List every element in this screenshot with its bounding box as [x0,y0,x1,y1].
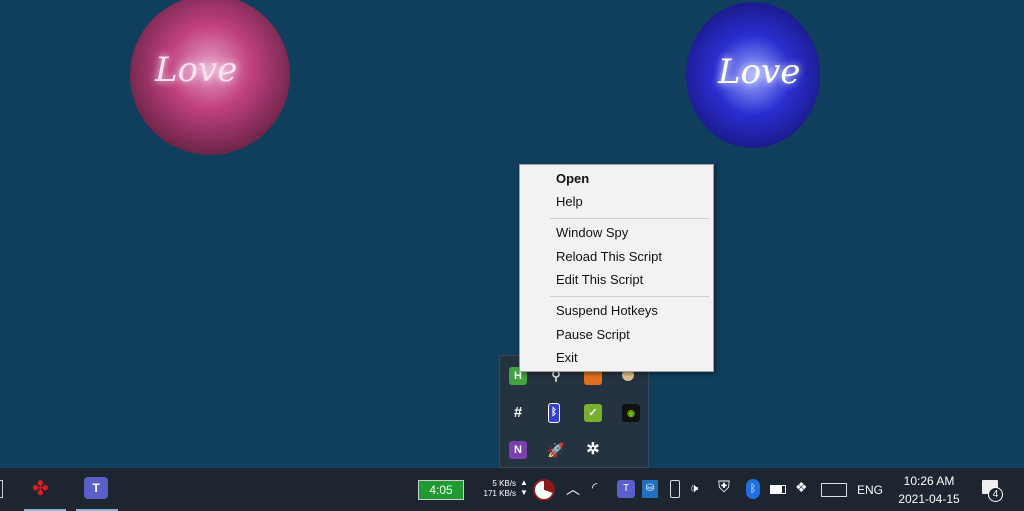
menu-item-window-spy[interactable]: Window Spy [520,222,713,244]
bluetooth-battery-icon[interactable]: ᛒ [548,403,560,423]
app-tray-icon[interactable]: ⛁ [642,480,658,498]
wifi-icon[interactable]: ◜ [592,479,597,496]
timer-icon[interactable] [533,479,555,501]
teams-icon[interactable]: T [84,477,108,499]
onenote-icon[interactable]: N [509,441,527,459]
net-up: 5 KB/s [492,479,516,488]
app-icon-red[interactable]: ✤ [32,476,49,501]
updown-arrows-icon: ▲ ▼ [520,478,528,497]
clock[interactable]: 10:26 AM 2021-04-15 [894,472,964,508]
nvidia-icon[interactable]: ◉ [622,404,640,422]
dropbox-icon[interactable]: ❖ [795,479,808,496]
wallpaper-text: Love [718,52,801,92]
green-check-icon[interactable]: ✓ [584,404,602,422]
rocket-icon[interactable]: 🚀 [547,441,565,459]
menu-item-suspend-hotkeys[interactable]: Suspend Hotkeys [520,300,713,322]
menu-item-edit-script[interactable]: Edit This Script [520,269,713,291]
menu-item-pause-script[interactable]: Pause Script [520,324,713,346]
notification-count-badge: 4 [988,487,1003,502]
slack-icon[interactable]: # [509,404,527,422]
wallpaper-text: Love [155,50,238,90]
snowflake-icon[interactable]: ✲ [584,441,602,459]
clock-date: 2021-04-15 [898,492,960,506]
menu-item-reload-script[interactable]: Reload This Script [520,246,713,268]
taskbar-app-partial[interactable] [0,480,3,498]
security-shield-icon[interactable]: ⛨ [718,479,730,497]
menu-separator [550,218,709,219]
menu-item-open[interactable]: Open [520,168,713,190]
show-hidden-icons-chevron-icon[interactable]: ︿ [566,479,580,499]
menu-separator [550,296,709,297]
menu-item-help[interactable]: Help [520,191,713,213]
language-indicator[interactable]: ENG [857,483,883,497]
menu-item-exit[interactable]: Exit [520,347,713,369]
volume-icon[interactable]: 🕩 [690,480,698,496]
touch-keyboard-icon[interactable] [821,483,847,497]
usb-drive-icon[interactable] [670,480,680,498]
teams-tray-icon[interactable]: T [617,480,635,498]
context-menu: Open Help Window Spy Reload This Script … [519,164,714,372]
bluetooth-icon[interactable]: ᛒ [746,479,760,499]
battery-icon[interactable] [770,485,786,494]
taskbar: ✤ T 4:05 5 KB/s 171 KB/s ▲ ▼ ︿ ◜ T ⛁ 🕩 ⛨ ᛒ… [0,468,1024,511]
battery-time-indicator[interactable]: 4:05 [418,480,464,500]
clock-time: 10:26 AM [903,474,955,488]
net-down: 171 KB/s [483,489,516,498]
network-speed[interactable]: 5 KB/s 171 KB/s [478,479,516,499]
